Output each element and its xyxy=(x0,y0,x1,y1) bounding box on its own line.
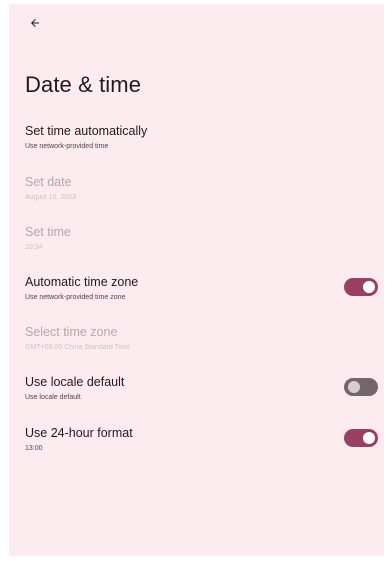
use-24-hour-format-switch[interactable] xyxy=(344,429,378,447)
setting-title: Set time xyxy=(25,225,71,239)
setting-summary: 10:34 xyxy=(25,244,43,251)
setting-summary: 13:00 xyxy=(25,445,43,452)
setting-title: Use locale default xyxy=(25,375,125,389)
setting-use-locale-default[interactable]: Use locale default Use locale default xyxy=(25,375,384,415)
setting-summary: Use network-provided time zone xyxy=(25,294,126,301)
setting-select-time-zone: Select time zone GMT+08:00 China Standar… xyxy=(25,325,384,365)
switch-thumb xyxy=(348,381,360,393)
automatic-time-zone-switch[interactable] xyxy=(344,278,378,296)
setting-title: Set date xyxy=(25,175,72,189)
setting-title: Use 24-hour format xyxy=(25,426,133,440)
settings-screen: Date & time Set time automatically Use n… xyxy=(9,4,384,556)
switch-thumb xyxy=(363,281,375,293)
switch-thumb xyxy=(363,432,375,444)
arrow-back-icon xyxy=(31,19,39,27)
setting-set-date: Set date August 10, 2023 xyxy=(25,175,384,215)
page-title: Date & time xyxy=(25,72,142,97)
setting-summary: Use locale default xyxy=(25,394,81,401)
setting-set-time-automatically[interactable]: Set time automatically Use network-provi… xyxy=(25,124,384,164)
setting-automatic-time-zone[interactable]: Automatic time zone Use network-provided… xyxy=(25,275,384,315)
back-button[interactable] xyxy=(23,11,47,35)
setting-use-24-hour-format[interactable]: Use 24-hour format 13:00 xyxy=(25,426,384,466)
setting-title: Set time automatically xyxy=(25,124,148,138)
setting-title: Select time zone xyxy=(25,325,118,339)
setting-summary: August 10, 2023 xyxy=(25,194,76,201)
setting-summary: GMT+08:00 China Standard Time xyxy=(25,344,130,351)
use-locale-default-switch[interactable] xyxy=(344,378,378,396)
setting-set-time: Set time 10:34 xyxy=(25,225,384,265)
setting-title: Automatic time zone xyxy=(25,275,139,289)
setting-summary: Use network-provided time xyxy=(25,143,109,150)
